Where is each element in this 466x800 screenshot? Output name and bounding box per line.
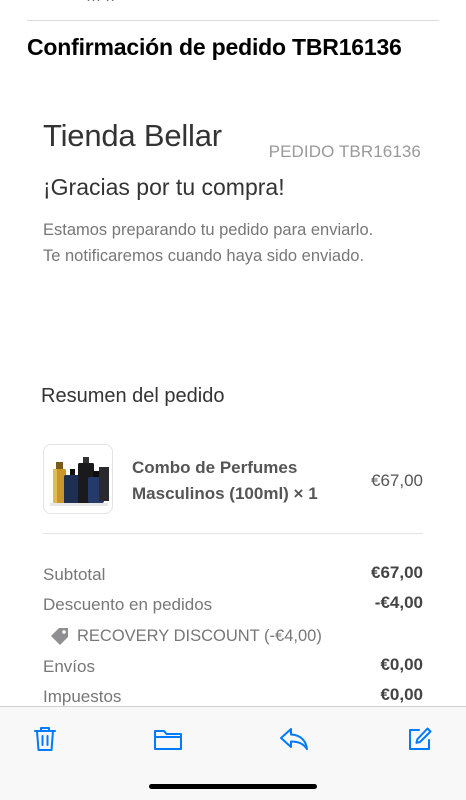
discount-row: Descuento en pedidos -€4,00 (43, 593, 423, 617)
tag-icon (49, 626, 71, 646)
discount-value: -€4,00 (374, 593, 423, 612)
shipping-value: €0,00 (380, 655, 423, 674)
discount-code: RECOVERY DISCOUNT (-€4,00) (49, 624, 322, 648)
tax-value: €0,00 (380, 685, 423, 704)
tax-label: Impuestos (43, 687, 122, 706)
subtotal-row: Subtotal €67,00 (43, 563, 423, 587)
message-line: Te notificaremos cuando haya sido enviad… (43, 247, 365, 265)
discount-label: Descuento en pedidos (43, 595, 213, 614)
reply-icon[interactable] (279, 724, 309, 754)
product-name: Combo de Perfumes Masculinos (100ml) × 1 (132, 455, 342, 507)
product-image[interactable] (43, 444, 113, 514)
summary-divider (43, 533, 423, 534)
order-summary-title: Resumen del pedido (41, 385, 225, 407)
subtotal-label: Subtotal (43, 565, 106, 584)
clipped-text: ··· ·· (86, 0, 115, 8)
trash-icon[interactable] (30, 724, 60, 754)
product-name-line: Combo de Perfumes (132, 458, 298, 477)
product-price: €67,00 (371, 471, 423, 490)
order-number: PEDIDO TBR16136 (268, 142, 421, 161)
subtotal-value: €67,00 (371, 563, 423, 582)
discount-code-text: RECOVERY DISCOUNT (-€4,00) (77, 626, 322, 645)
header-divider (27, 20, 439, 21)
store-name: Tienda Bellar (43, 118, 222, 153)
product-row: Combo de Perfumes Masculinos (100ml) × 1… (43, 444, 423, 514)
previous-header-clip: ··· ·· (0, 0, 466, 20)
folder-icon[interactable] (153, 724, 183, 754)
thank-you-heading: ¡Gracias por tu compra! (43, 174, 285, 200)
message-line: Estamos preparando tu pedido para enviar… (43, 221, 374, 239)
compose-icon[interactable] (405, 724, 435, 754)
product-name-line: Masculinos (100ml) × 1 (132, 484, 318, 503)
shipping-label: Envíos (43, 657, 95, 676)
preparing-message: Estamos preparando tu pedido para enviar… (43, 217, 443, 269)
home-indicator (149, 784, 317, 789)
shipping-row: Envíos €0,00 (43, 655, 423, 679)
email-subject: Confirmación de pedido TBR16136 (27, 34, 402, 60)
